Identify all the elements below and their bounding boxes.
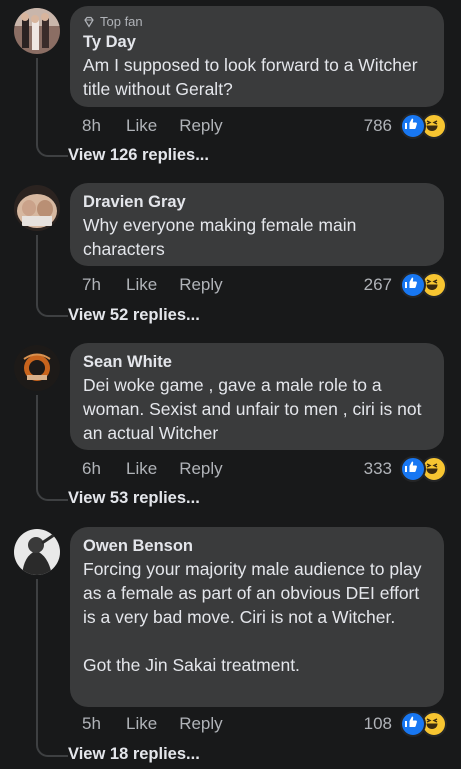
comment-author[interactable]: Sean White [83,351,431,373]
like-reaction-icon [400,113,426,139]
reaction-count: 333 [363,459,392,478]
avatar[interactable] [14,345,60,391]
top-fan-badge: Top fan [83,14,431,29]
comment-bubble: Top fan Ty Day Am I supposed to look for… [70,6,444,107]
comment-bubble: Owen Benson Forcing your majority male a… [70,527,444,707]
avatar[interactable] [14,529,60,575]
avatar[interactable] [14,185,60,231]
view-replies-link[interactable]: View 126 replies... [68,146,209,165]
reply-button[interactable]: Reply [179,116,222,136]
like-button[interactable]: Like [126,714,157,734]
comment-text: Dei woke game , gave a male role to a wo… [83,375,422,443]
reply-button[interactable]: Reply [179,459,222,479]
like-button[interactable]: Like [126,116,157,136]
reaction-summary[interactable]: 786 [364,113,447,139]
like-button[interactable]: Like [126,275,157,295]
reaction-count: 108 [363,714,392,733]
reaction-summary[interactable]: 333 [364,456,447,482]
reply-thread-line [36,395,68,501]
comment-text: Why everyone making female main characte… [83,215,357,259]
reaction-count: 786 [363,116,392,135]
like-reaction-icon [400,711,426,737]
view-replies-link[interactable]: View 18 replies... [68,745,200,764]
comment-timestamp[interactable]: 5h [82,714,126,734]
reaction-summary[interactable]: 108 [364,711,447,737]
comment-author[interactable]: Owen Benson [83,535,431,557]
comment-actions: 7h Like Reply 267 [82,272,447,298]
reply-button[interactable]: Reply [179,275,222,295]
comment-timestamp[interactable]: 6h [82,459,126,479]
reply-thread-line [36,58,68,157]
view-replies-link[interactable]: View 53 replies... [68,489,200,508]
like-button[interactable]: Like [126,459,157,479]
comment-bubble: Sean White Dei woke game , gave a male r… [70,343,444,450]
comment-actions: 6h Like Reply 333 [82,456,447,482]
like-reaction-icon [400,456,426,482]
view-replies-link[interactable]: View 52 replies... [68,306,200,325]
badge-label: Top fan [100,14,143,29]
comment-author[interactable]: Ty Day [83,31,431,53]
reaction-count: 267 [363,275,392,294]
reaction-summary[interactable]: 267 [364,272,447,298]
avatar[interactable] [14,8,60,54]
comment-text: Forcing your majority male audience to p… [83,559,422,675]
comment-author[interactable]: Dravien Gray [83,191,431,213]
like-reaction-icon [400,272,426,298]
diamond-icon [84,16,94,28]
comment-actions: 8h Like Reply 786 [82,113,447,139]
reply-thread-line [36,235,68,317]
reply-button[interactable]: Reply [179,714,222,734]
comment-timestamp[interactable]: 7h [82,275,126,295]
comment-timestamp[interactable]: 8h [82,116,126,136]
reply-thread-line [36,579,68,757]
comment-bubble: Dravien Gray Why everyone making female … [70,183,444,266]
comment-text: Am I supposed to look forward to a Witch… [83,55,418,99]
comment-actions: 5h Like Reply 108 [82,711,447,737]
